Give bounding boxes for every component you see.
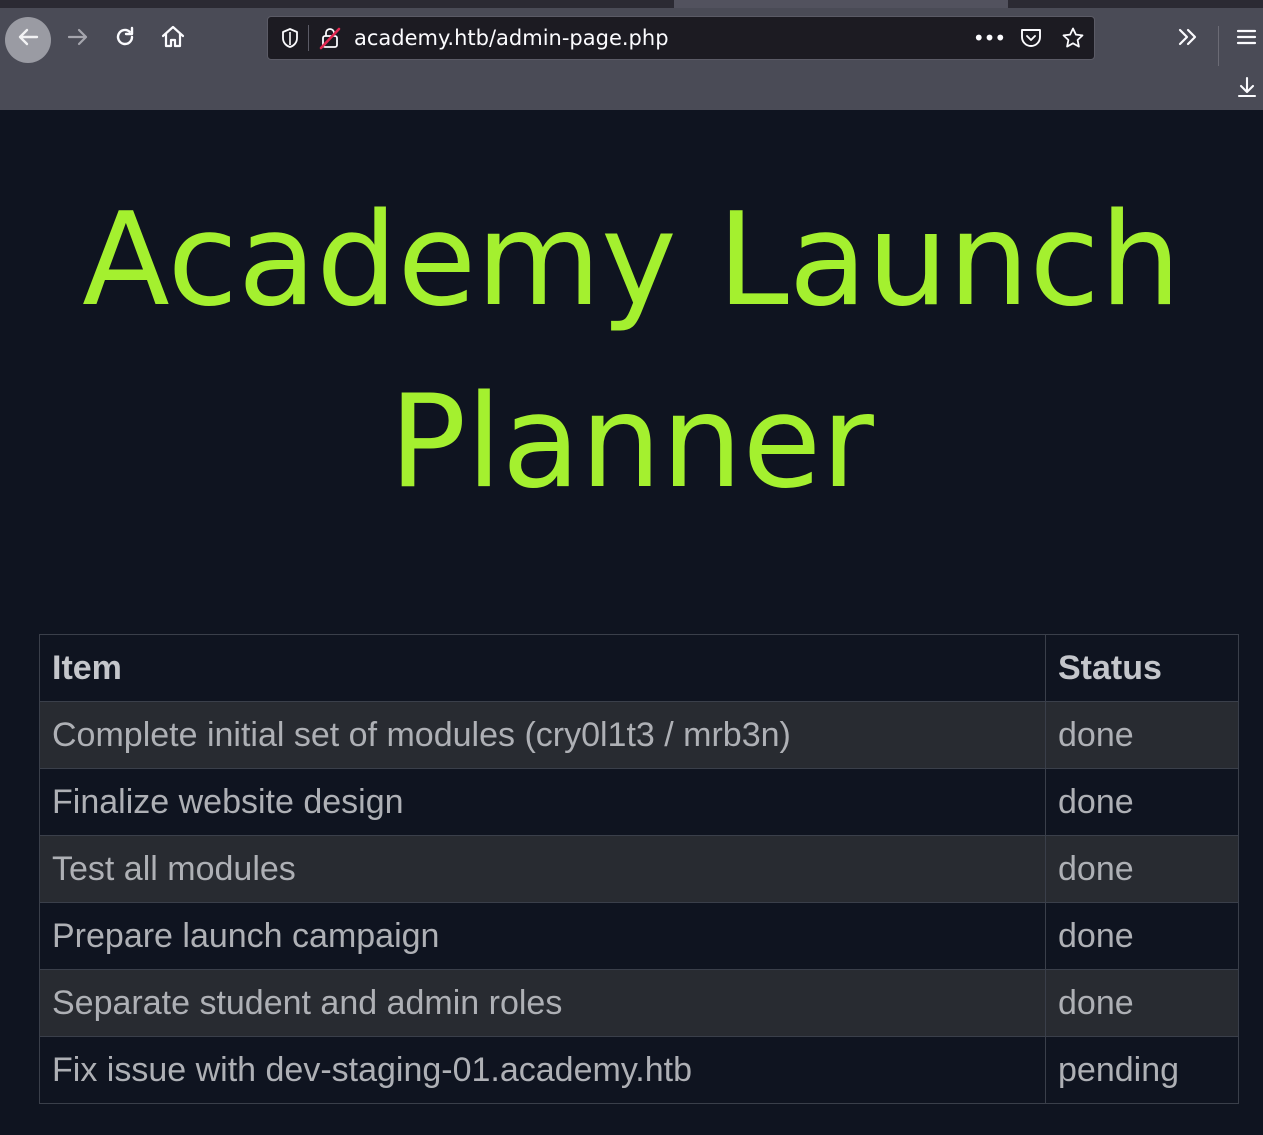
table-row: Fix issue with dev-staging-01.academy.ht… xyxy=(39,1036,1239,1104)
url-separator xyxy=(308,25,309,51)
page-title: Academy Launch Planner xyxy=(82,186,1181,517)
navigation-toolbar: academy.htb/admin-page.php ••• xyxy=(0,8,1263,70)
tab-strip xyxy=(0,0,1263,8)
forward-button[interactable] xyxy=(58,17,98,63)
status-cell: done xyxy=(1045,768,1239,836)
overflow-button[interactable] xyxy=(1166,17,1210,63)
pocket-icon[interactable] xyxy=(1014,17,1048,59)
item-cell: Fix issue with dev-staging-01.academy.ht… xyxy=(39,1036,1046,1104)
item-cell: Prepare launch campaign xyxy=(39,902,1046,970)
status-cell: done xyxy=(1045,902,1239,970)
address-bar[interactable]: academy.htb/admin-page.php ••• xyxy=(267,16,1095,60)
page-content: Academy Launch Planner Item Status Compl… xyxy=(0,110,1263,1135)
overflow-chevron-icon xyxy=(1175,24,1201,57)
reload-button[interactable] xyxy=(105,17,145,63)
table-row: Separate student and admin roles done xyxy=(39,969,1239,1037)
url-text[interactable]: academy.htb/admin-page.php xyxy=(354,17,669,59)
shield-icon[interactable] xyxy=(276,17,304,59)
table-row: Finalize website design done xyxy=(39,768,1239,836)
menu-button[interactable] xyxy=(1228,17,1263,63)
item-cell: Separate student and admin roles xyxy=(39,969,1046,1037)
browser-chrome: academy.htb/admin-page.php ••• xyxy=(0,0,1263,110)
forward-arrow-icon xyxy=(65,24,91,56)
status-cell: done xyxy=(1045,969,1239,1037)
download-icon xyxy=(1236,75,1258,105)
home-button[interactable] xyxy=(153,17,193,63)
back-arrow-icon xyxy=(15,24,41,56)
table-header-row: Item Status xyxy=(39,634,1239,702)
secondary-toolbar xyxy=(0,70,1263,110)
status-cell: done xyxy=(1045,835,1239,903)
status-cell: pending xyxy=(1045,1036,1239,1104)
item-cell: Finalize website design xyxy=(39,768,1046,836)
back-button[interactable] xyxy=(5,17,51,63)
active-tab[interactable] xyxy=(674,0,1008,8)
reload-icon xyxy=(112,24,138,56)
table-row: Prepare launch campaign done xyxy=(39,902,1239,970)
launch-planner-table: Item Status Complete initial set of modu… xyxy=(39,634,1239,1104)
item-cell: Test all modules xyxy=(39,835,1046,903)
column-header-item: Item xyxy=(39,634,1046,702)
table-row: Complete initial set of modules (cry0l1t… xyxy=(39,701,1239,769)
status-cell: done xyxy=(1045,701,1239,769)
star-icon[interactable] xyxy=(1056,17,1090,59)
item-cell: Complete initial set of modules (cry0l1t… xyxy=(39,701,1046,769)
toolbar-separator xyxy=(1218,26,1219,66)
insecure-lock-icon[interactable] xyxy=(316,17,344,59)
column-header-status: Status xyxy=(1045,634,1239,702)
downloads-button[interactable] xyxy=(1230,72,1263,108)
home-icon xyxy=(160,24,186,56)
table-row: Test all modules done xyxy=(39,835,1239,903)
more-icon[interactable]: ••• xyxy=(973,17,1006,59)
hamburger-menu-icon xyxy=(1234,25,1258,55)
